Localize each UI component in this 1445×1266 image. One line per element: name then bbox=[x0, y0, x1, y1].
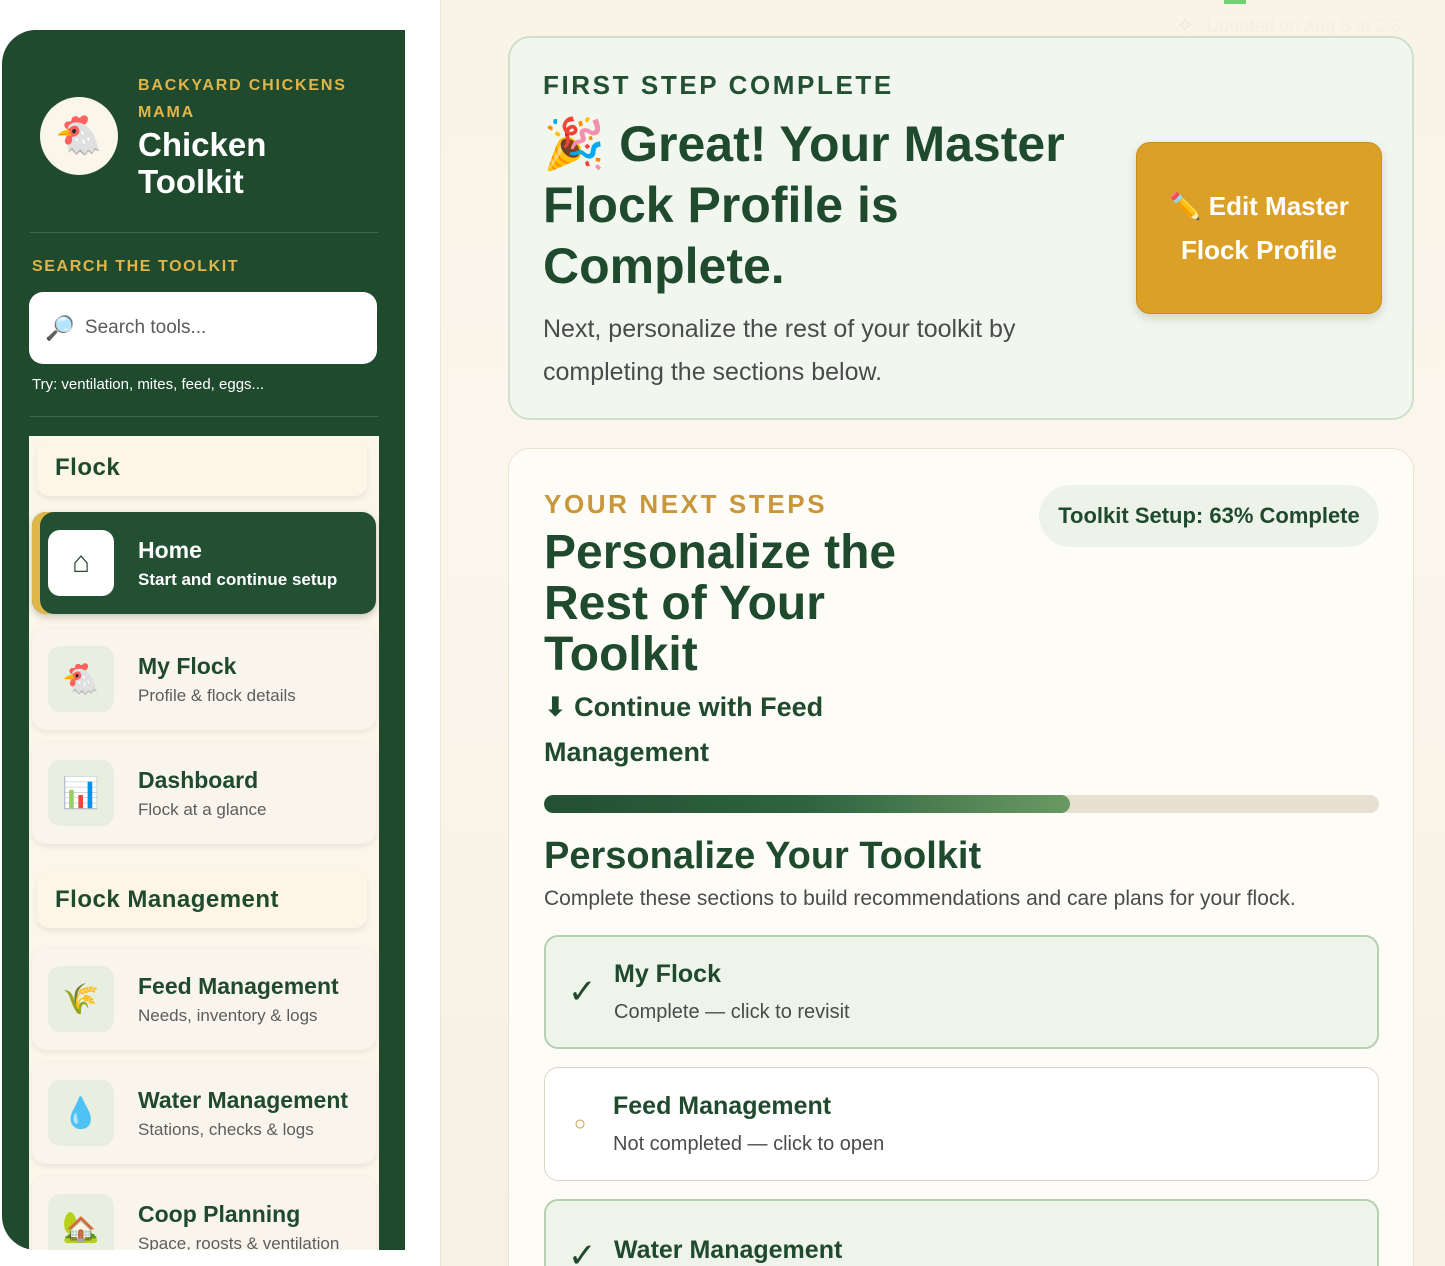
update-status: ✧ Updated on Aug 5 at 2:3 bbox=[1176, 14, 1445, 38]
sidebar-item-title: Home bbox=[138, 536, 202, 563]
search-box[interactable]: 🔎 bbox=[29, 292, 377, 364]
nav-section-flock-management: Flock Management bbox=[37, 872, 367, 928]
edit-master-flock-profile-button[interactable]: ✏️ Edit Master Flock Profile bbox=[1136, 142, 1382, 314]
setup-progress-bar bbox=[544, 795, 1379, 813]
water-drop-icon: 💧 bbox=[48, 1080, 114, 1146]
personalize-section-title: Personalize Your Toolkit bbox=[544, 835, 982, 877]
sidebar-item-title: My Flock bbox=[138, 652, 237, 679]
sparkle-icon: ✧ bbox=[1176, 14, 1195, 38]
chicken-logo-icon: 🐔 bbox=[40, 97, 118, 175]
sidebar-item-subtitle: Needs, inventory & logs bbox=[138, 1005, 318, 1025]
sidebar-item-title: Coop Planning bbox=[138, 1200, 301, 1227]
hero-eyebrow: FIRST STEP COMPLETE bbox=[543, 70, 894, 100]
sidebar-item-subtitle: Profile & flock details bbox=[138, 685, 296, 705]
search-icon: 🔎 bbox=[45, 314, 75, 342]
sidebar-item-dashboard[interactable]: 📊 Dashboard Flock at a glance bbox=[32, 742, 376, 844]
brand[interactable]: 🐔 BACKYARD CHICKENS MAMA Chicken Toolkit bbox=[40, 72, 358, 200]
section-card-title: Feed Management bbox=[613, 1092, 832, 1120]
sidebar-item-coop-planning[interactable]: 🏡 Coop Planning Space, roosts & ventilat… bbox=[32, 1176, 376, 1250]
profile-complete-card: FIRST STEP COMPLETE 🎉 Great! Your Master… bbox=[508, 36, 1414, 420]
chicken-icon: 🐔 bbox=[48, 646, 114, 712]
section-card-subtitle: Complete — click to revisit bbox=[614, 1001, 850, 1023]
check-icon: ✓ bbox=[568, 1237, 597, 1266]
hero-title: 🎉 Great! Your Master Flock Profile is Co… bbox=[543, 116, 1065, 294]
hero-description: Next, personalize the rest of your toolk… bbox=[543, 315, 1016, 386]
section-card-title: Water Management bbox=[614, 1235, 843, 1264]
window-accent bbox=[1224, 0, 1246, 4]
setup-progress-badge: Toolkit Setup: 63% Complete bbox=[1039, 485, 1379, 547]
next-steps-eyebrow: YOUR NEXT STEPS bbox=[544, 489, 828, 519]
sidebar-item-water-management[interactable]: 💧 Water Management Stations, checks & lo… bbox=[32, 1062, 376, 1164]
search-input[interactable] bbox=[84, 317, 355, 339]
sidebar-item-title: Dashboard bbox=[138, 766, 259, 793]
sidebar-item-my-flock[interactable]: 🐔 My Flock Profile & flock details bbox=[32, 628, 376, 730]
sidebar-item-title: Feed Management bbox=[138, 972, 339, 999]
section-card-subtitle: Not completed — click to open bbox=[613, 1133, 885, 1155]
brand-subtitle: BACKYARD CHICKENS MAMA bbox=[138, 77, 347, 121]
search-label: SEARCH THE TOOLKIT bbox=[32, 258, 240, 275]
sidebar-item-subtitle: Stations, checks & logs bbox=[138, 1119, 314, 1139]
setup-progress-fill bbox=[544, 795, 1071, 813]
sidebar-item-subtitle: Flock at a glance bbox=[138, 799, 267, 819]
sidebar-item-home[interactable]: ⌂ Home Start and continue setup bbox=[32, 512, 376, 614]
sidebar-item-title: Water Management bbox=[138, 1086, 349, 1113]
sidebar-item-feed-management[interactable]: 🌾 Feed Management Needs, inventory & log… bbox=[32, 948, 376, 1050]
divider bbox=[30, 416, 378, 417]
next-steps-title: Personalize the Rest of Your Toolkit bbox=[544, 526, 897, 681]
circle-icon: ○ bbox=[573, 1112, 587, 1135]
brand-title: Chicken Toolkit bbox=[138, 126, 267, 200]
next-steps-card: YOUR NEXT STEPS Toolkit Setup: 63% Compl… bbox=[508, 448, 1414, 1266]
continue-feed-management-link[interactable]: ⬇ Continue with Feed Management bbox=[544, 685, 884, 775]
house-icon: 🏡 bbox=[48, 1194, 114, 1250]
check-icon: ✓ bbox=[568, 973, 597, 1011]
home-icon: ⌂ bbox=[48, 530, 114, 596]
nav-section-flock: Flock bbox=[37, 440, 367, 496]
section-card-my-flock[interactable]: ✓ My Flock Complete — click to revisit bbox=[544, 935, 1379, 1049]
section-card-water-management[interactable]: ✓ Water Management bbox=[544, 1199, 1379, 1266]
section-card-feed-management[interactable]: ○ Feed Management Not completed — click … bbox=[544, 1067, 1379, 1181]
nav-panel: Flock ⌂ Home Start and continue setup 🐔 … bbox=[29, 436, 379, 1250]
sidebar: 🐔 BACKYARD CHICKENS MAMA Chicken Toolkit… bbox=[2, 30, 405, 1250]
personalize-section-subtitle: Complete these sections to build recomme… bbox=[544, 887, 1296, 910]
section-card-title: My Flock bbox=[614, 960, 721, 988]
wheat-icon: 🌾 bbox=[48, 966, 114, 1032]
search-hint: Try: ventilation, mites, feed, eggs... bbox=[32, 376, 265, 393]
bar-chart-icon: 📊 bbox=[48, 760, 114, 826]
updated-text: Updated on Aug 5 at 2:3 bbox=[1206, 15, 1401, 36]
sidebar-item-subtitle: Space, roosts & ventilation bbox=[138, 1233, 340, 1251]
sidebar-item-subtitle: Start and continue setup bbox=[138, 569, 338, 589]
divider bbox=[30, 232, 378, 233]
